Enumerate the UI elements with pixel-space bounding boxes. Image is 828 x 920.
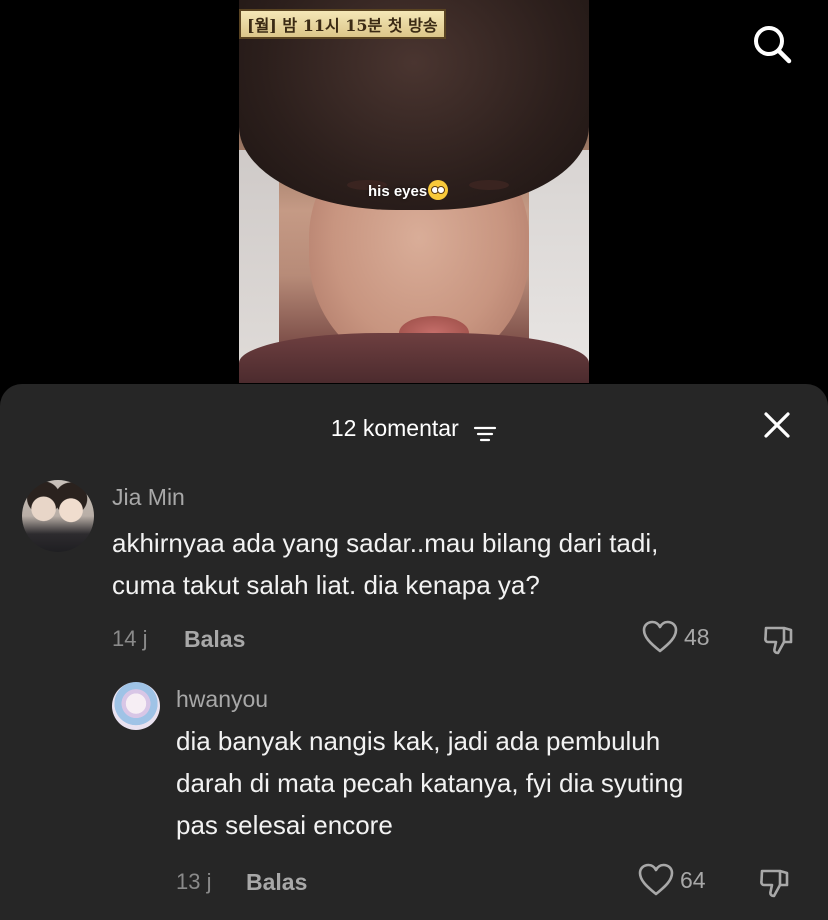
video-overlay-caption: his eyes	[368, 180, 449, 200]
search-button[interactable]	[750, 22, 794, 66]
avatar-jia-min[interactable]	[22, 480, 94, 552]
comment-timestamp: 13 j	[176, 869, 212, 894]
close-icon	[764, 412, 790, 438]
comments-header: 12 komentar	[0, 408, 828, 444]
reply-button[interactable]: Balas	[246, 869, 307, 896]
reply-button[interactable]: Balas	[184, 626, 245, 653]
comment-username[interactable]: hwanyou	[176, 686, 268, 713]
video-shirt	[239, 333, 589, 383]
like-count: 64	[680, 866, 706, 893]
filter-icon[interactable]	[473, 418, 497, 442]
overlay-caption-text: his eyes	[368, 183, 428, 200]
comment-username[interactable]: Jia Min	[112, 484, 185, 511]
video-banner: [월] 밤 11시 15분 첫 방송	[239, 9, 446, 39]
comments-count-title: 12 komentar	[330, 414, 459, 441]
comment-timestamp: 14 j	[112, 626, 148, 651]
thumbs-down-icon	[760, 869, 789, 898]
like-count: 48	[684, 623, 710, 650]
close-button[interactable]	[762, 410, 792, 440]
video-player[interactable]: [월] 밤 11시 15분 첫 방송 his eyes	[239, 0, 589, 383]
avatar-hwanyou[interactable]	[112, 682, 160, 730]
heart-icon	[642, 620, 678, 653]
like-button[interactable]: 64	[638, 863, 706, 897]
comment-text-line: pas selesai encore	[176, 810, 393, 840]
search-icon	[754, 26, 792, 64]
video-eye-right	[469, 180, 509, 190]
dislike-button[interactable]	[762, 622, 796, 656]
thumbs-down-icon	[764, 626, 793, 655]
heart-icon	[638, 863, 674, 896]
comments-sheet: 12 komentar Jia Min akhirnyaa ada yang s…	[0, 384, 828, 920]
comment-text-line: dia banyak nangis kak, jadi ada pembuluh	[176, 726, 661, 756]
like-button[interactable]: 48	[642, 620, 710, 654]
screen: [월] 밤 11시 15분 첫 방송 his eyes 12 komentar	[0, 0, 828, 920]
pleading-face-icon	[428, 180, 449, 200]
comment-text-line: cuma takut salah liat. dia kenapa ya?	[112, 570, 540, 600]
dislike-button[interactable]	[758, 865, 792, 899]
comment-text-line: darah di mata pecah katanya, fyi dia syu…	[176, 768, 684, 798]
comment-text-line: akhirnyaa ada yang sadar..mau bilang dar…	[112, 528, 659, 558]
